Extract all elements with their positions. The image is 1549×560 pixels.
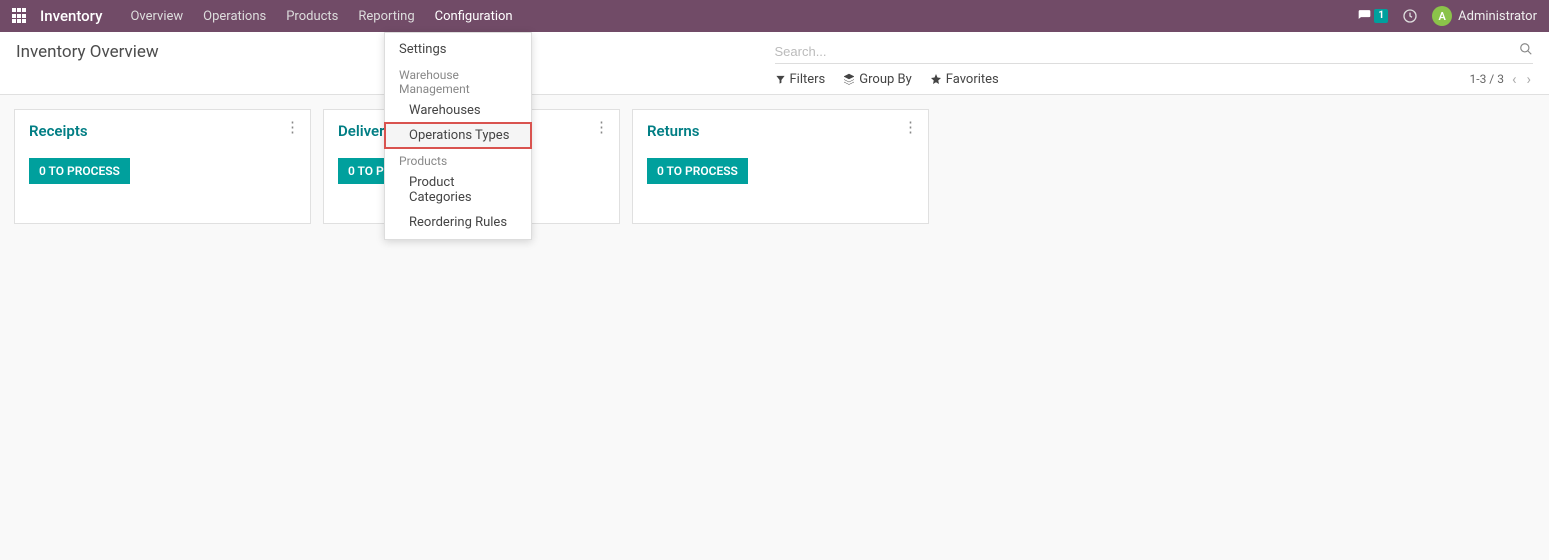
app-title[interactable]: Inventory bbox=[40, 7, 102, 25]
favorites-label: Favorites bbox=[946, 72, 999, 87]
dd-reordering-rules[interactable]: Reordering Rules bbox=[385, 210, 531, 235]
filters-button[interactable]: Filters bbox=[775, 72, 826, 87]
card-title[interactable]: Returns bbox=[647, 122, 914, 140]
dd-header-products: Products bbox=[385, 148, 531, 170]
avatar: A bbox=[1432, 6, 1452, 26]
pager-text: 1-3 / 3 bbox=[1470, 72, 1504, 86]
funnel-icon bbox=[775, 74, 786, 85]
user-name: Administrator bbox=[1458, 9, 1537, 24]
dd-settings[interactable]: Settings bbox=[385, 37, 531, 62]
configuration-dropdown: Settings Warehouse Management Warehouses… bbox=[384, 32, 532, 240]
apps-grid-icon[interactable] bbox=[12, 8, 28, 24]
groupby-label: Group By bbox=[859, 72, 912, 87]
nav-overview[interactable]: Overview bbox=[120, 0, 193, 32]
messages-badge: 1 bbox=[1374, 9, 1388, 23]
nav-configuration[interactable]: Configuration bbox=[425, 0, 523, 32]
card-menu-icon[interactable]: ⋮ bbox=[903, 120, 918, 135]
nav-products[interactable]: Products bbox=[276, 0, 348, 32]
messaging-button[interactable]: 1 bbox=[1357, 9, 1388, 23]
search-input[interactable] bbox=[775, 40, 1534, 64]
star-icon bbox=[930, 73, 942, 85]
pager-next[interactable]: › bbox=[1524, 70, 1533, 88]
card-menu-icon[interactable]: ⋮ bbox=[594, 120, 609, 135]
favorites-button[interactable]: Favorites bbox=[930, 72, 999, 87]
clock-icon[interactable] bbox=[1402, 8, 1418, 24]
search-icon[interactable] bbox=[1519, 42, 1533, 56]
nav-reporting[interactable]: Reporting bbox=[348, 0, 424, 32]
nav-operations[interactable]: Operations bbox=[193, 0, 276, 32]
dd-warehouses[interactable]: Warehouses bbox=[385, 98, 531, 123]
dd-product-categories[interactable]: Product Categories bbox=[385, 170, 531, 210]
card-process-button[interactable]: 0 TO PROCESS bbox=[647, 158, 748, 184]
card-title[interactable]: Receipts bbox=[29, 122, 296, 140]
card-receipts: Receipts 0 TO PROCESS ⋮ bbox=[14, 109, 311, 224]
pager: 1-3 / 3 ‹ › bbox=[1470, 70, 1533, 88]
kanban-container: Receipts 0 TO PROCESS ⋮ Delivery Orders … bbox=[0, 95, 1549, 238]
pager-prev[interactable]: ‹ bbox=[1510, 70, 1519, 88]
chat-icon bbox=[1357, 9, 1372, 23]
dd-operations-types[interactable]: Operations Types bbox=[385, 123, 531, 148]
filters-label: Filters bbox=[790, 72, 826, 87]
user-menu[interactable]: A Administrator bbox=[1432, 6, 1537, 26]
groupby-button[interactable]: Group By bbox=[843, 72, 912, 87]
card-menu-icon[interactable]: ⋮ bbox=[285, 120, 300, 135]
top-navbar: Inventory Overview Operations Products R… bbox=[0, 0, 1549, 32]
layers-icon bbox=[843, 73, 855, 85]
card-returns: Returns 0 TO PROCESS ⋮ bbox=[632, 109, 929, 224]
control-bar: Inventory Overview Filters Group By Favo… bbox=[0, 32, 1549, 95]
dd-header-warehouse: Warehouse Management bbox=[385, 62, 531, 98]
card-process-button[interactable]: 0 TO PROCESS bbox=[29, 158, 130, 184]
